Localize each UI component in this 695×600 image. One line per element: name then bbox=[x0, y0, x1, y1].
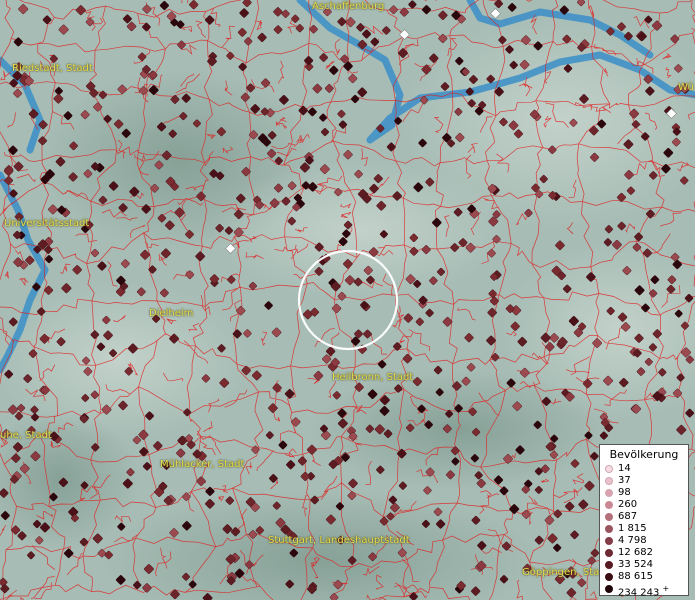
population-legend: Bevölkerung 14 37 98 260 687 1 815 4 798 12 682… bbox=[599, 444, 689, 599]
city-label-dielheim: Dielheim bbox=[149, 308, 194, 319]
legend-swatch bbox=[605, 489, 613, 497]
city-label-wuerzburg: Wü bbox=[678, 82, 694, 93]
city-label-goeppingen: Göppingen, Stad bbox=[522, 567, 606, 578]
legend-swatch bbox=[605, 537, 613, 545]
legend-label: 687 bbox=[618, 511, 638, 522]
legend-swatch bbox=[605, 573, 613, 581]
city-label-muehlacker: Mühlacker, Stadt bbox=[160, 459, 245, 470]
legend-swatch bbox=[605, 561, 613, 569]
legend-swatch bbox=[605, 465, 613, 473]
legend-label: 88 615 bbox=[618, 571, 653, 582]
legend-title: Bevölkerung bbox=[609, 448, 679, 461]
legend-swatch bbox=[605, 477, 613, 485]
map-canvas[interactable] bbox=[0, 0, 695, 600]
legend-swatch bbox=[605, 525, 613, 533]
legend-swatch bbox=[605, 513, 613, 521]
legend-label-suffix: + bbox=[662, 584, 670, 593]
legend-label: 37 bbox=[618, 475, 631, 486]
legend-label: 1 815 bbox=[618, 523, 647, 534]
terrain-layer bbox=[0, 0, 695, 600]
city-label-riedstadt: Riedstadt, Stadt bbox=[12, 63, 93, 74]
legend-label: 4 798 bbox=[618, 535, 647, 546]
legend-swatch bbox=[605, 501, 613, 509]
legend-label: 234 243 + bbox=[618, 584, 670, 599]
city-label-heilbronn: Heilbronn, Stadt bbox=[332, 372, 414, 383]
legend-label: 14 bbox=[618, 463, 631, 474]
legend-swatch bbox=[605, 549, 613, 557]
city-label-aschaffenburg: Aschaffenburg bbox=[312, 1, 385, 12]
city-label-karlsruhe: uhe, Stadt bbox=[0, 430, 52, 441]
city-label-universitaetsstadt: Universitätsstadt bbox=[4, 218, 90, 229]
legend-label: 98 bbox=[618, 487, 631, 498]
legend-swatch bbox=[605, 585, 613, 593]
legend-label: 12 682 bbox=[618, 547, 653, 558]
legend-label: 260 bbox=[618, 499, 638, 510]
legend-label: 33 524 bbox=[618, 559, 653, 570]
city-label-stuttgart: Stuttgart, Landeshauptstadt bbox=[268, 535, 410, 546]
